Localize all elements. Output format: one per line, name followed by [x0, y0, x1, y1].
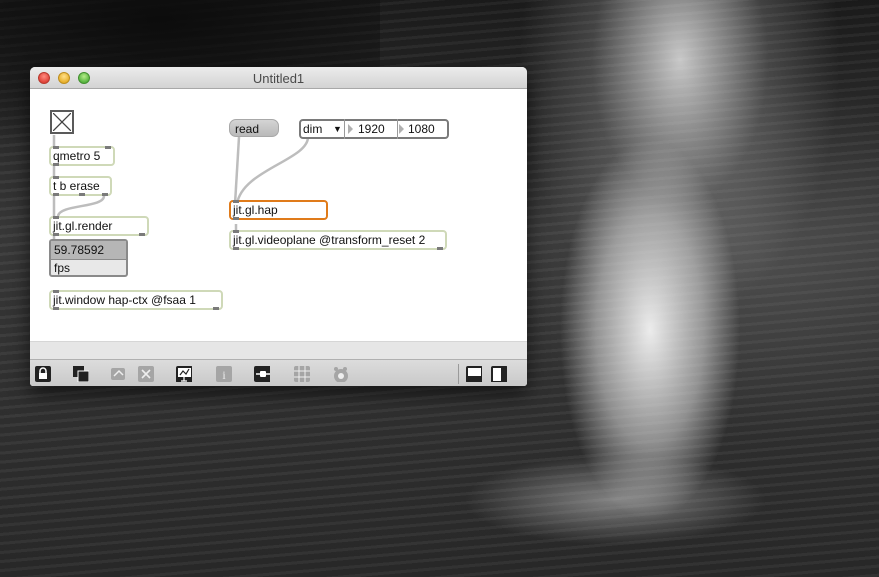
- grid-icon[interactable]: [294, 366, 310, 382]
- jit-gl-hap-object[interactable]: jit.gl.hap: [229, 200, 328, 220]
- fps-display: 59.78592 fps: [49, 239, 128, 277]
- clipboard-icon[interactable]: [111, 366, 127, 382]
- qmetro-label: qmetro 5: [53, 149, 101, 163]
- toggle-x-icon: [53, 113, 71, 131]
- number-triangle-icon: [399, 124, 404, 134]
- lock-icon[interactable]: [35, 366, 51, 382]
- window-title: Untitled1: [252, 71, 305, 86]
- patcher-toolbar: i: [30, 359, 527, 386]
- sidebar-bottom-icon[interactable]: [466, 366, 482, 382]
- jit-window-object[interactable]: jit.window hap-ctx @fsaa 1: [49, 290, 223, 310]
- trigger-label: t b erase: [53, 179, 100, 193]
- render-label: jit.gl.render: [53, 219, 113, 233]
- extras-icon[interactable]: [332, 366, 348, 382]
- render-object[interactable]: jit.gl.render: [49, 216, 149, 236]
- dim-height-value[interactable]: 1080: [408, 121, 435, 137]
- hap-label: jit.gl.hap: [233, 203, 278, 217]
- title-bar[interactable]: Untitled1: [30, 67, 527, 89]
- fps-value: 59.78592: [51, 241, 126, 259]
- dim-width-value[interactable]: 1920: [358, 121, 385, 137]
- patch-canvas[interactable]: qmetro 5 t b erase jit.gl.render 59.7859…: [30, 90, 527, 341]
- number-triangle-icon: [348, 124, 353, 134]
- sidebar-right-icon[interactable]: [491, 366, 507, 382]
- patcher-window: Untitled1 qmetro 5 t b erase jit.gl.rend…: [30, 67, 527, 386]
- trigger-object[interactable]: t b erase: [49, 176, 112, 196]
- status-strip: [30, 341, 527, 359]
- videoplane-object[interactable]: jit.gl.videoplane @transform_reset 2: [229, 230, 447, 250]
- connect-icon[interactable]: [254, 366, 270, 382]
- qmetro-object[interactable]: qmetro 5: [49, 146, 115, 166]
- read-label: read: [235, 122, 260, 136]
- info-icon[interactable]: i: [216, 366, 232, 382]
- chevron-down-icon: ▼: [333, 124, 342, 134]
- read-message[interactable]: read: [229, 119, 279, 137]
- videoplane-label: jit.gl.videoplane @transform_reset 2: [233, 233, 426, 247]
- debug-icon[interactable]: [176, 366, 192, 382]
- delete-icon[interactable]: [138, 366, 154, 382]
- dim-menu[interactable]: dim ▼ 1920 1080: [299, 119, 449, 139]
- dim-menu-label: dim: [303, 122, 323, 136]
- fps-label: fps: [51, 259, 126, 275]
- jit-window-label: jit.window hap-ctx @fsaa 1: [53, 293, 196, 307]
- toggle[interactable]: [50, 110, 74, 134]
- presentation-icon[interactable]: [73, 366, 89, 382]
